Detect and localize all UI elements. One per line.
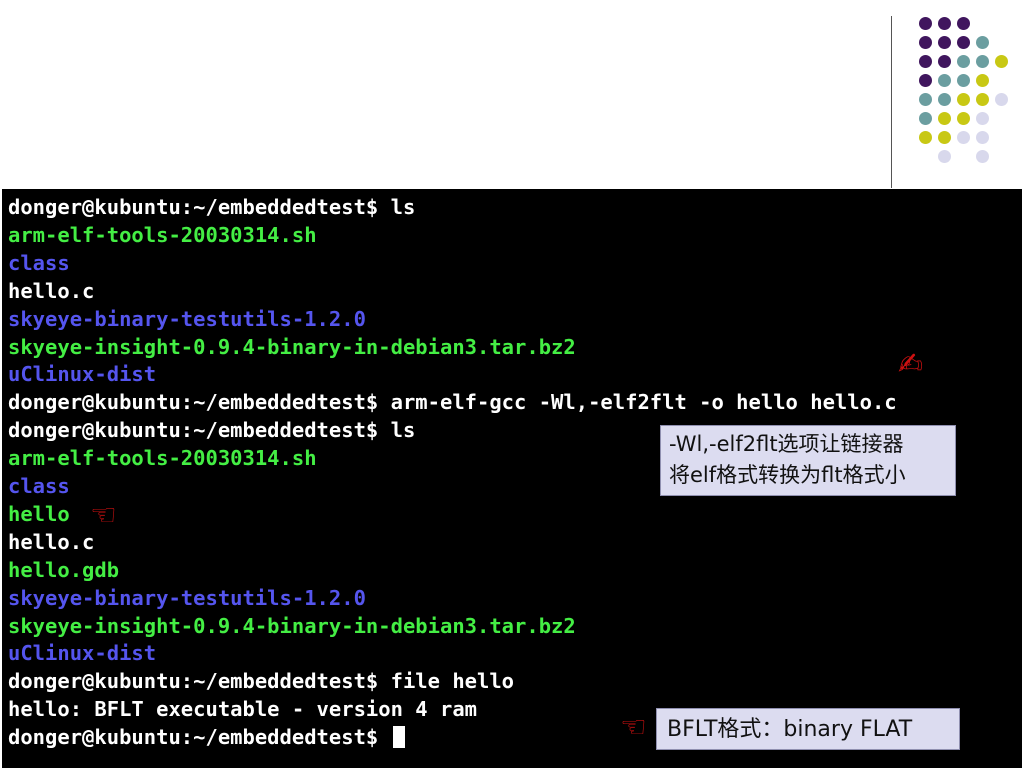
decor-dot bbox=[957, 131, 970, 144]
terminal-line: arm-elf-tools-20030314.sh bbox=[8, 444, 317, 472]
decor-dot bbox=[976, 93, 989, 106]
decor-dot bbox=[919, 93, 932, 106]
decor-dot bbox=[919, 17, 932, 30]
terminal-line: uClinux-dist bbox=[8, 639, 156, 667]
terminal-line: skyeye-insight-0.9.4-binary-in-debian3.t… bbox=[8, 612, 576, 640]
decor-dot bbox=[995, 93, 1008, 106]
callout-elf2flt: -Wl,-elf2flt选项让链接器 将elf格式转换为flt格式小 bbox=[660, 425, 956, 496]
decor-dot bbox=[938, 17, 951, 30]
decor-dot bbox=[938, 112, 951, 125]
pointing-hand-icon: ☜ bbox=[620, 710, 647, 745]
terminal-line: donger@kubuntu:~/embeddedtest$ arm-elf-g… bbox=[8, 388, 897, 416]
decor-dot bbox=[976, 36, 989, 49]
terminal-cursor bbox=[392, 726, 405, 749]
decor-dot bbox=[938, 93, 951, 106]
decor-dot bbox=[938, 150, 951, 163]
terminal-line: hello.c bbox=[8, 277, 94, 305]
decor-dot bbox=[995, 55, 1008, 68]
writing-hand-icon: ✍ bbox=[898, 347, 924, 382]
decor-dot bbox=[976, 112, 989, 125]
terminal-line-text: uClinux-dist bbox=[8, 641, 157, 666]
divider-line bbox=[891, 16, 892, 188]
terminal-line: donger@kubuntu:~/embeddedtest$ ls bbox=[8, 193, 415, 221]
callout-elf2flt-line2: 将elf格式转换为flt格式小 bbox=[669, 463, 906, 487]
decor-dot bbox=[957, 17, 970, 30]
terminal-line: class bbox=[8, 249, 70, 277]
terminal-line: donger@kubuntu:~/embeddedtest$ ls bbox=[8, 416, 415, 444]
decor-dot bbox=[919, 74, 932, 87]
terminal-line-text: donger@kubuntu:~/embeddedtest$ ls bbox=[8, 195, 416, 219]
terminal-line: uClinux-dist bbox=[8, 360, 156, 388]
callout-bflt: BFLT格式：binary FLAT bbox=[656, 708, 960, 750]
decor-dot bbox=[957, 36, 970, 49]
terminal-line-text: skyeye-binary-testutils-1.2.0 bbox=[8, 306, 366, 331]
terminal-line: skyeye-insight-0.9.4-binary-in-debian3.t… bbox=[8, 333, 576, 361]
terminal-line: skyeye-binary-testutils-1.2.0 bbox=[8, 584, 366, 612]
pointing-hand-icon: ☜ bbox=[90, 498, 117, 533]
decor-dot bbox=[976, 131, 989, 144]
decor-dot bbox=[938, 74, 951, 87]
terminal-line-text: skyeye-insight-0.9.4-binary-in-debian3.t… bbox=[8, 613, 576, 638]
decor-dot bbox=[938, 36, 951, 49]
decorative-dot-grid bbox=[0, 0, 1024, 190]
terminal-line-text: donger@kubuntu:~/embeddedtest$ file hell… bbox=[8, 669, 515, 694]
terminal-line-text: donger@kubuntu:~/embeddedtest$ bbox=[8, 725, 391, 750]
terminal-line-text: hello bbox=[8, 501, 70, 526]
terminal-line-text: donger@kubuntu:~/embeddedtest$ arm-elf-g… bbox=[8, 390, 897, 415]
decor-dot bbox=[957, 112, 970, 125]
terminal-line: donger@kubuntu:~/embeddedtest$ bbox=[8, 723, 405, 751]
terminal-line-text: class bbox=[8, 474, 70, 498]
terminal-line-text: arm-elf-tools-20030314.sh bbox=[8, 222, 317, 247]
terminal-line: arm-elf-tools-20030314.sh bbox=[8, 221, 317, 249]
terminal-line-text: arm-elf-tools-20030314.sh bbox=[8, 446, 317, 471]
terminal-line-text: donger@kubuntu:~/embeddedtest$ ls bbox=[8, 418, 416, 443]
decor-dot bbox=[938, 131, 951, 144]
decor-dot bbox=[957, 55, 970, 68]
decor-dot bbox=[957, 74, 970, 87]
decor-dot bbox=[976, 74, 989, 87]
terminal-line: skyeye-binary-testutils-1.2.0 bbox=[8, 305, 366, 333]
callout-elf2flt-line1: -Wl,-elf2flt选项让链接器 bbox=[669, 432, 904, 456]
terminal-line: hello.c bbox=[8, 528, 94, 556]
decor-dot bbox=[938, 55, 951, 68]
terminal-line: hello bbox=[8, 500, 70, 528]
decor-dot bbox=[919, 55, 932, 68]
terminal-line: hello.gdb bbox=[8, 556, 119, 584]
decor-dot bbox=[919, 36, 932, 49]
terminal-line-text: skyeye-insight-0.9.4-binary-in-debian3.t… bbox=[8, 334, 576, 359]
terminal-line-text: hello.c bbox=[8, 529, 95, 554]
terminal-line-text: hello.c bbox=[8, 278, 95, 303]
terminal-line-text: hello.gdb bbox=[8, 557, 120, 582]
terminal-line-text: skyeye-binary-testutils-1.2.0 bbox=[8, 585, 366, 610]
decor-dot bbox=[919, 112, 932, 125]
terminal-line: donger@kubuntu:~/embeddedtest$ file hell… bbox=[8, 667, 514, 695]
terminal-line-text: uClinux-dist bbox=[8, 362, 157, 387]
terminal-line-text: hello: BFLT executable - version 4 ram bbox=[8, 697, 477, 722]
decor-dot bbox=[957, 93, 970, 106]
decor-dot bbox=[976, 150, 989, 163]
terminal-line: hello: BFLT executable - version 4 ram bbox=[8, 695, 477, 723]
decor-dot bbox=[919, 131, 932, 144]
decor-dot bbox=[976, 55, 989, 68]
terminal-line: class bbox=[8, 472, 70, 500]
terminal-line-text: class bbox=[8, 250, 70, 275]
